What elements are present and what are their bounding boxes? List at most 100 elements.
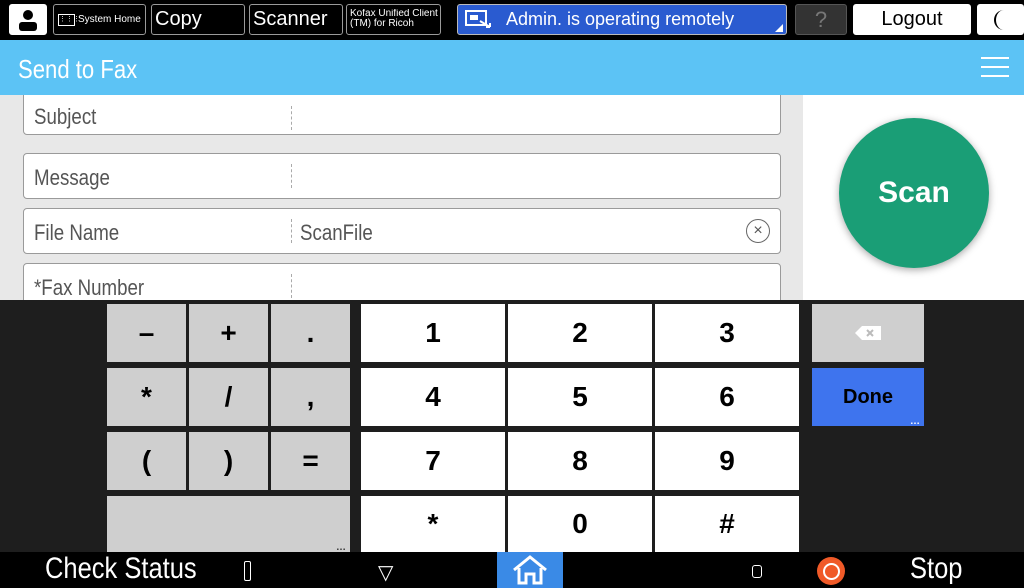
key-label: + [220, 317, 237, 348]
key-label: # [719, 508, 735, 539]
stop-icon[interactable] [817, 557, 845, 585]
key-close-paren[interactable]: ) [189, 432, 268, 490]
system-home-button[interactable]: ⋮⋮⋮ System Home [53, 4, 146, 35]
logout-button[interactable]: Logout [853, 4, 971, 35]
user-button[interactable] [9, 4, 47, 35]
more-dots-icon: … [336, 542, 346, 553]
check-status-button[interactable]: Check Status [45, 552, 197, 586]
scan-label: Scan [878, 176, 950, 209]
home-icon [513, 555, 547, 585]
key-comma[interactable]: , [271, 368, 350, 426]
kofax-label: Kofax Unified Client (TM) for Ricoh [350, 8, 438, 29]
data-indicator-icon [752, 565, 762, 578]
key-label: = [302, 445, 319, 476]
key-slash[interactable]: / [189, 368, 268, 426]
subject-field[interactable]: Subject [23, 95, 781, 135]
backspace-icon [855, 326, 881, 340]
key-label: ) [223, 445, 234, 476]
keypad: – + . * / , ( ) = … 1 2 3 4 5 6 7 8 9 * … [0, 300, 1024, 553]
moon-icon [993, 9, 1004, 30]
key-4[interactable]: 4 [361, 368, 505, 426]
file-name-field[interactable]: File Name ScanFile × [23, 208, 781, 254]
fax-number-field[interactable]: *Fax Number [23, 263, 781, 300]
night-mode-button[interactable] [977, 4, 1024, 35]
key-label: 4 [425, 381, 441, 412]
key-equals[interactable]: = [271, 432, 350, 490]
key-minus[interactable]: – [107, 304, 186, 362]
fax-number-label: *Fax Number [34, 275, 145, 300]
field-separator [291, 164, 292, 188]
key-label: 0 [572, 508, 588, 539]
file-name-value: ScanFile [300, 220, 373, 245]
remote-status-button[interactable]: Admin. is operating remotely [457, 4, 787, 35]
done-label: Done [843, 385, 893, 408]
clear-icon[interactable]: × [746, 219, 770, 243]
scan-button[interactable]: Scan [839, 118, 989, 268]
subject-label: Subject [34, 104, 97, 129]
key-1[interactable]: 1 [361, 304, 505, 362]
key-label: ( [141, 445, 152, 476]
key-0[interactable]: 0 [508, 496, 652, 552]
message-field[interactable]: Message [23, 153, 781, 199]
top-bar: ⋮⋮⋮ System Home Copy Scanner Kofax Unifi… [0, 0, 1024, 40]
field-separator [291, 219, 292, 243]
home-button[interactable] [497, 552, 563, 588]
key-label: 3 [719, 317, 735, 348]
field-separator [291, 106, 292, 130]
key-label: . [306, 317, 315, 348]
scanner-label: Scanner [253, 8, 328, 30]
kofax-button[interactable]: Kofax Unified Client (TM) for Ricoh [346, 4, 441, 35]
menu-icon[interactable] [981, 57, 1009, 77]
grid-icon: ⋮⋮⋮ [58, 13, 80, 26]
key-star[interactable]: * [361, 496, 505, 552]
key-5[interactable]: 5 [508, 368, 652, 426]
key-label: 2 [572, 317, 588, 348]
key-label: 9 [719, 445, 735, 476]
key-label: 8 [572, 445, 588, 476]
key-asterisk[interactable]: * [107, 368, 186, 426]
message-label: Message [34, 165, 110, 190]
stop-button[interactable]: Stop [910, 552, 962, 586]
key-8[interactable]: 8 [508, 432, 652, 490]
scanner-button[interactable]: Scanner [249, 4, 343, 35]
remote-operation-icon [465, 9, 491, 28]
key-9[interactable]: 9 [655, 432, 799, 490]
key-space[interactable]: … [107, 496, 350, 553]
corner-triangle-icon [775, 24, 783, 32]
more-dots-icon: … [910, 416, 920, 427]
remote-status-label: Admin. is operating remotely [506, 9, 735, 29]
key-label: 1 [425, 317, 441, 348]
key-label: 5 [572, 381, 588, 412]
system-home-label: System Home [78, 14, 141, 25]
key-open-paren[interactable]: ( [107, 432, 186, 490]
key-label: * [141, 381, 152, 412]
title-bar: Send to Fax [0, 40, 1024, 95]
copy-button[interactable]: Copy [151, 4, 245, 35]
copy-label: Copy [155, 8, 202, 30]
form-area: Subject Message File Name ScanFile × *Fa… [0, 95, 803, 300]
key-plus[interactable]: + [189, 304, 268, 362]
key-label: , [306, 381, 315, 412]
key-label: 7 [425, 445, 441, 476]
key-3[interactable]: 3 [655, 304, 799, 362]
key-label: * [427, 508, 439, 539]
status-indicator-icon [244, 561, 251, 581]
user-icon [19, 9, 37, 31]
help-label: ? [814, 6, 828, 32]
triangle-down-icon[interactable]: ▽ [378, 560, 393, 585]
page-title: Send to Fax [18, 54, 138, 84]
key-7[interactable]: 7 [361, 432, 505, 490]
help-button[interactable]: ? [795, 4, 847, 35]
logout-label: Logout [881, 8, 943, 30]
backspace-button[interactable] [812, 304, 924, 362]
done-button[interactable]: Done … [812, 368, 924, 427]
key-2[interactable]: 2 [508, 304, 652, 362]
bottom-bar: Check Status ▽ Stop [0, 552, 1024, 588]
key-hash[interactable]: # [655, 496, 799, 552]
key-period[interactable]: . [271, 304, 350, 362]
field-separator [291, 274, 292, 298]
file-name-label: File Name [34, 220, 120, 245]
key-label: – [138, 317, 155, 348]
key-label: / [224, 381, 233, 412]
key-6[interactable]: 6 [655, 368, 799, 426]
